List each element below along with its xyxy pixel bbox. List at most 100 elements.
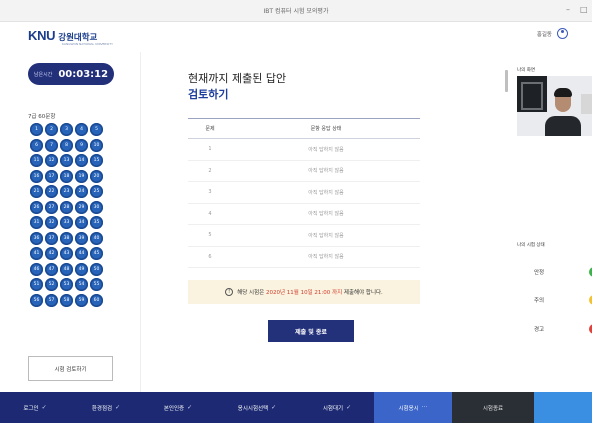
question-button[interactable]: 13 bbox=[60, 154, 73, 167]
status-row: 안정 bbox=[517, 262, 592, 282]
question-button[interactable]: 2 bbox=[45, 123, 58, 136]
user-menu[interactable]: 홍길동 bbox=[537, 28, 568, 39]
app-header: KNU 강원대학교 KANGWON NATIONAL UNIVERSITY 홍길… bbox=[0, 22, 592, 52]
question-button[interactable]: 7 bbox=[45, 138, 58, 152]
question-button[interactable]: 25 bbox=[90, 185, 103, 198]
status-row: 주의 bbox=[517, 290, 592, 310]
review-exam-button[interactable]: 시험 검토하기 bbox=[28, 356, 113, 381]
maximize-icon[interactable]: □ bbox=[580, 5, 588, 14]
question-button[interactable]: 6 bbox=[30, 138, 43, 152]
question-button[interactable]: 49 bbox=[75, 262, 88, 276]
question-button[interactable]: 50 bbox=[90, 262, 103, 276]
check-icon: ✓ bbox=[271, 404, 277, 411]
question-button[interactable]: 42 bbox=[45, 247, 58, 260]
question-number-cell: 2 bbox=[188, 160, 232, 182]
question-button[interactable]: 30 bbox=[90, 200, 103, 214]
window-titlebar: IBT 컴퓨터 시험 모의평가 – □ bbox=[0, 0, 592, 22]
question-button[interactable]: 18 bbox=[60, 169, 73, 183]
question-button[interactable]: 9 bbox=[75, 138, 88, 152]
question-button[interactable]: 51 bbox=[30, 278, 43, 291]
question-button[interactable]: 5 bbox=[90, 123, 103, 136]
question-button[interactable]: 16 bbox=[30, 169, 43, 183]
timer-label: 남은시간 bbox=[33, 71, 53, 78]
question-button[interactable]: 22 bbox=[45, 185, 58, 198]
table-row[interactable]: 2 아직 답하지 않음 bbox=[188, 160, 420, 182]
question-button[interactable]: 48 bbox=[60, 262, 73, 276]
question-button[interactable]: 3 bbox=[60, 123, 73, 136]
question-button[interactable]: 26 bbox=[30, 200, 43, 214]
question-button[interactable]: 57 bbox=[45, 293, 58, 307]
question-button[interactable]: 41 bbox=[30, 247, 43, 260]
question-button[interactable]: 56 bbox=[30, 293, 43, 307]
answer-status-table: 문제 문항 응답 상태 1 아직 답하지 않음 2 아직 답하지 않음 3 아직 답하지 … bbox=[188, 118, 420, 268]
step-2: 환경점검 ✓ bbox=[70, 392, 142, 423]
content-scrollbar[interactable] bbox=[505, 70, 508, 92]
exam-status-label: 나의 시험 상태 bbox=[517, 243, 545, 248]
question-number-cell: 1 bbox=[188, 138, 232, 161]
question-button[interactable]: 4 bbox=[75, 123, 88, 136]
question-button[interactable]: 33 bbox=[60, 216, 73, 229]
question-button[interactable]: 32 bbox=[45, 216, 58, 229]
question-button[interactable]: 15 bbox=[90, 154, 103, 167]
question-button[interactable]: 20 bbox=[90, 169, 103, 183]
question-button[interactable]: 60 bbox=[90, 293, 103, 307]
status-label: 안정 bbox=[534, 270, 545, 276]
question-button[interactable]: 8 bbox=[60, 138, 73, 152]
info-icon: ! bbox=[225, 288, 234, 296]
question-button[interactable]: 40 bbox=[90, 231, 103, 245]
question-button[interactable]: 55 bbox=[90, 278, 103, 291]
step-7: 시험종료 bbox=[452, 392, 534, 423]
question-button[interactable]: 46 bbox=[30, 262, 43, 276]
question-button[interactable]: 53 bbox=[60, 278, 73, 291]
question-button[interactable]: 17 bbox=[45, 169, 58, 183]
step-6: 시험응시 ··· bbox=[374, 392, 452, 423]
webcam-view bbox=[517, 76, 592, 136]
question-button[interactable]: 31 bbox=[30, 216, 43, 229]
notice-suffix: 제출해야 합니다. bbox=[343, 290, 383, 296]
question-button[interactable]: 43 bbox=[60, 247, 73, 260]
question-button[interactable]: 1 bbox=[30, 123, 43, 136]
exam-progress-stepper: 로그인 ✓ 환경점검 ✓ 본인인증 ✓ 응시시험선택 ✓ 시험대기 ✓ 시험응시 ··· 시험종료 bbox=[0, 392, 592, 423]
answer-status-cell: 아직 답하지 않음 bbox=[232, 181, 420, 204]
question-button[interactable]: 12 bbox=[45, 154, 58, 167]
question-button[interactable]: 34 bbox=[75, 216, 88, 229]
minimize-icon[interactable]: – bbox=[566, 5, 570, 14]
status-label: 주의 bbox=[534, 298, 545, 304]
question-button[interactable]: 14 bbox=[75, 154, 88, 167]
question-number-cell: 3 bbox=[188, 181, 232, 204]
question-button[interactable]: 37 bbox=[45, 231, 58, 245]
question-button[interactable]: 11 bbox=[30, 154, 43, 167]
table-row[interactable]: 3 아직 답하지 않음 bbox=[188, 181, 420, 204]
question-button[interactable]: 28 bbox=[60, 200, 73, 214]
question-button[interactable]: 47 bbox=[45, 262, 58, 276]
table-row[interactable]: 1 아직 답하지 않음 bbox=[188, 138, 420, 161]
status-row: 경고 bbox=[517, 319, 592, 339]
question-button[interactable]: 29 bbox=[75, 200, 88, 214]
question-button[interactable]: 10 bbox=[90, 138, 103, 152]
submit-and-finish-button[interactable]: 제출 및 종료 bbox=[268, 320, 354, 342]
question-button[interactable]: 27 bbox=[45, 200, 58, 214]
question-button[interactable]: 59 bbox=[75, 293, 88, 307]
question-button[interactable]: 52 bbox=[45, 278, 58, 291]
question-button[interactable]: 39 bbox=[75, 231, 88, 245]
question-button[interactable]: 19 bbox=[75, 169, 88, 183]
question-button[interactable]: 35 bbox=[90, 216, 103, 229]
question-button[interactable]: 45 bbox=[90, 247, 103, 260]
table-row[interactable]: 6 아직 답하지 않음 bbox=[188, 246, 420, 268]
question-count-label: 7급 60문항 bbox=[28, 114, 56, 120]
question-button[interactable]: 21 bbox=[30, 185, 43, 198]
table-row[interactable]: 4 아직 답하지 않음 bbox=[188, 203, 420, 225]
question-button[interactable]: 24 bbox=[75, 185, 88, 198]
table-row[interactable]: 5 아직 답하지 않음 bbox=[188, 224, 420, 247]
window-title: IBT 컴퓨터 시험 모의평가 bbox=[263, 8, 329, 15]
user-avatar-icon[interactable] bbox=[557, 28, 568, 39]
question-button[interactable]: 54 bbox=[75, 278, 88, 291]
question-button[interactable]: 44 bbox=[75, 247, 88, 260]
question-button[interactable]: 58 bbox=[60, 293, 73, 307]
question-button[interactable]: 23 bbox=[60, 185, 73, 198]
camera-label: 나의 화면 bbox=[517, 68, 535, 73]
step-label: 시험응시 bbox=[398, 405, 419, 412]
user-name: 홍길동 bbox=[536, 31, 552, 38]
question-button[interactable]: 36 bbox=[30, 231, 43, 245]
question-button[interactable]: 38 bbox=[60, 231, 73, 245]
